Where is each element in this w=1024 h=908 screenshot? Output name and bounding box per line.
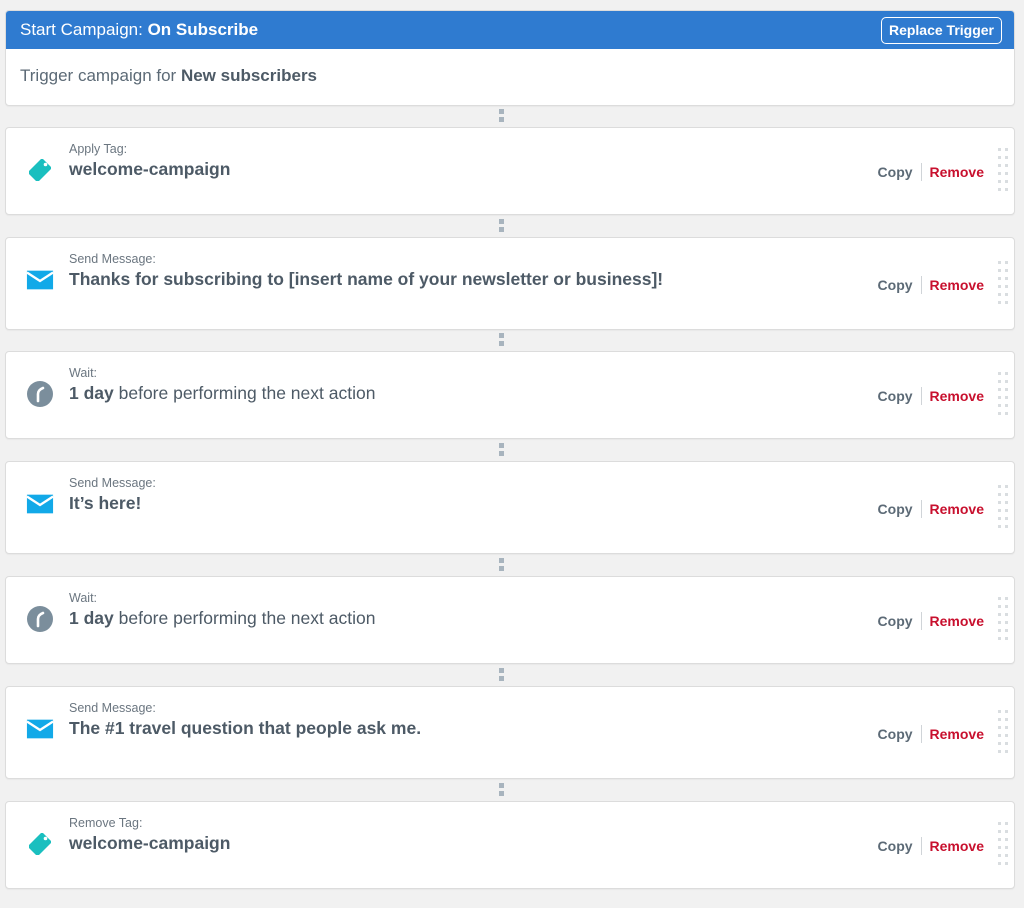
action-divider — [920, 500, 922, 518]
mail-icon — [26, 266, 54, 294]
action-divider — [920, 163, 922, 181]
step-card-wait[interactable]: Wait: 1 day before performing the next ac… — [5, 576, 1015, 664]
step-type-label: Wait: — [69, 366, 98, 380]
step-actions: Copy Remove — [878, 612, 984, 630]
step-type-label: Send Message: — [69, 476, 156, 490]
step-type-label: Send Message: — [69, 701, 156, 715]
tag-icon — [26, 830, 54, 858]
mail-icon — [26, 715, 54, 743]
step-connector — [499, 668, 504, 684]
step-card-tag[interactable]: Remove Tag: welcome-campaign Copy Remove — [5, 801, 1015, 889]
step-value-main: welcome-campaign — [69, 833, 231, 853]
step-actions: Copy Remove — [878, 837, 984, 855]
step-actions: Copy Remove — [878, 163, 984, 181]
step-card-message[interactable]: Send Message: Thanks for subscribing to [… — [5, 237, 1015, 330]
step-value[interactable]: The #1 travel question that people ask m… — [69, 718, 421, 739]
step-connector — [499, 109, 504, 125]
step-actions: Copy Remove — [878, 387, 984, 405]
tag-icon — [26, 156, 54, 184]
drag-handle-icon[interactable] — [998, 261, 1008, 304]
step-value[interactable]: welcome-campaign — [69, 833, 230, 854]
trigger-card: Start Campaign: On Subscribe Replace Tri… — [5, 10, 1015, 106]
step-value-main: welcome-campaign — [69, 159, 231, 179]
step-card-message[interactable]: Send Message: It’s here! Copy Remove — [5, 461, 1015, 554]
step-type-label: Remove Tag: — [69, 816, 143, 830]
drag-handle-icon[interactable] — [998, 148, 1008, 191]
step-value[interactable]: 1 day before performing the next action — [69, 608, 375, 629]
clock-icon — [26, 605, 54, 633]
trigger-title-value: On Subscribe — [147, 20, 259, 39]
copy-link[interactable]: Copy — [878, 726, 913, 742]
replace-trigger-button[interactable]: Replace Trigger — [880, 16, 1002, 44]
step-type-label: Send Message: — [69, 252, 156, 266]
step-value-main: The #1 travel question that people ask m… — [69, 718, 422, 738]
step-card-wait[interactable]: Wait: 1 day before performing the next ac… — [5, 351, 1015, 439]
step-card-tag[interactable]: Apply Tag: welcome-campaign Copy Remove — [5, 127, 1015, 215]
remove-link[interactable]: Remove — [930, 501, 984, 517]
step-connector — [499, 558, 504, 574]
action-divider — [920, 837, 922, 855]
mail-icon — [26, 490, 54, 518]
action-divider — [920, 612, 922, 630]
action-divider — [920, 276, 922, 294]
trigger-description: Trigger campaign for New subscribers — [6, 49, 1014, 103]
step-type-label: Wait: — [69, 591, 98, 605]
remove-link[interactable]: Remove — [930, 838, 984, 854]
copy-link[interactable]: Copy — [878, 613, 913, 629]
step-actions: Copy Remove — [878, 500, 984, 518]
step-connector — [499, 443, 504, 459]
step-actions: Copy Remove — [878, 276, 984, 294]
step-value[interactable]: 1 day before performing the next action — [69, 383, 375, 404]
step-value-main: 1 day — [69, 383, 114, 403]
step-connector — [499, 219, 504, 235]
step-actions: Copy Remove — [878, 725, 984, 743]
remove-link[interactable]: Remove — [930, 277, 984, 293]
trigger-title-prefix: Start Campaign: — [20, 20, 143, 39]
step-value[interactable]: welcome-campaign — [69, 159, 230, 180]
step-type-label: Apply Tag: — [69, 142, 128, 156]
step-value[interactable]: Thanks for subscribing to [insert name o… — [69, 269, 663, 290]
copy-link[interactable]: Copy — [878, 388, 913, 404]
step-value-suffix: before performing the next action — [113, 608, 376, 628]
trigger-body-value: New subscribers — [180, 66, 318, 85]
trigger-title: Start Campaign: On Subscribe — [20, 20, 258, 40]
action-divider — [920, 725, 922, 743]
step-value-main: Thanks for subscribing to [insert name o… — [69, 269, 664, 289]
copy-link[interactable]: Copy — [878, 501, 913, 517]
clock-icon — [26, 380, 54, 408]
step-value[interactable]: It’s here! — [69, 493, 141, 514]
drag-handle-icon[interactable] — [998, 710, 1008, 753]
remove-link[interactable]: Remove — [930, 164, 984, 180]
copy-link[interactable]: Copy — [878, 277, 913, 293]
step-connector — [499, 783, 504, 799]
trigger-header: Start Campaign: On Subscribe Replace Tri… — [6, 11, 1014, 49]
copy-link[interactable]: Copy — [878, 164, 913, 180]
step-value-main: It’s here! — [69, 493, 142, 513]
copy-link[interactable]: Copy — [878, 838, 913, 854]
remove-link[interactable]: Remove — [930, 613, 984, 629]
drag-handle-icon[interactable] — [998, 485, 1008, 528]
drag-handle-icon[interactable] — [998, 822, 1008, 865]
action-divider — [920, 387, 922, 405]
drag-handle-icon[interactable] — [998, 597, 1008, 640]
step-value-suffix: before performing the next action — [113, 383, 376, 403]
trigger-body-prefix: Trigger campaign for — [20, 66, 177, 85]
remove-link[interactable]: Remove — [930, 726, 984, 742]
remove-link[interactable]: Remove — [930, 388, 984, 404]
step-connector — [499, 333, 504, 349]
drag-handle-icon[interactable] — [998, 372, 1008, 415]
step-card-message[interactable]: Send Message: The #1 travel question that… — [5, 686, 1015, 779]
step-value-main: 1 day — [69, 608, 114, 628]
